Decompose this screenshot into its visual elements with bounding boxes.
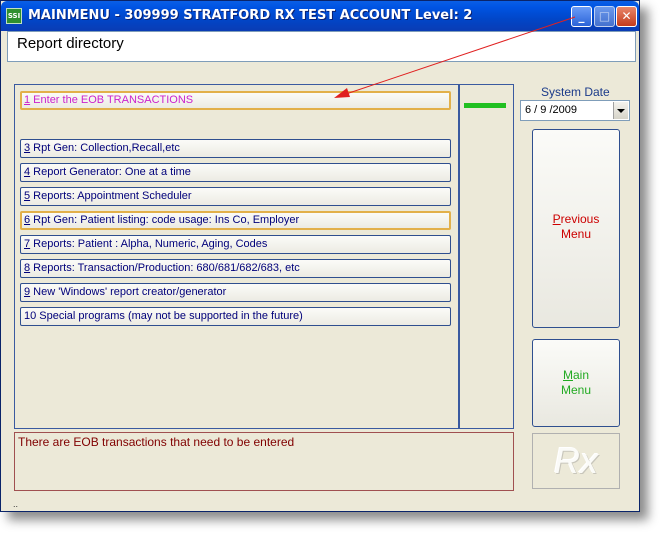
menu-item-label: Rpt Gen: Patient listing: code usage: In…	[30, 214, 300, 226]
menu-item-label: Reports: Patient : Alpha, Numeric, Aging…	[30, 238, 268, 250]
system-date-select[interactable]: 6 / 9 /2009	[520, 100, 630, 121]
app-icon[interactable]: SSI	[6, 8, 22, 24]
chevron-down-icon[interactable]	[613, 102, 628, 119]
menu-item-1[interactable]: 1 Enter the EOB TRANSACTIONS	[20, 91, 451, 110]
side-panel	[459, 84, 514, 429]
menu-item-3[interactable]: 3 Rpt Gen: Collection,Recall,etc	[20, 139, 451, 158]
menu-item-label: Enter the EOB TRANSACTIONS	[30, 94, 194, 106]
page-title: Report directory	[17, 35, 124, 52]
menu-item-label: Reports: Transaction/Production: 680/681…	[30, 262, 300, 274]
previous-accel-key: P	[552, 212, 561, 226]
previous-label-rest: revious	[560, 212, 600, 226]
system-date-value: 6 / 9 /2009	[525, 104, 577, 116]
main-label-rest: ain	[572, 368, 589, 382]
previous-menu-label-line1: Previous	[533, 212, 619, 226]
menu-item-7[interactable]: 7 Reports: Patient : Alpha, Numeric, Agi…	[20, 235, 451, 254]
menu-item-label: Report Generator: One at a time	[30, 166, 191, 178]
close-icon: ✕	[621, 9, 632, 23]
menu-item-6[interactable]: 6 Rpt Gen: Patient listing: code usage: …	[20, 211, 451, 230]
status-dots: ..	[13, 499, 19, 509]
main-menu-label-line1: Main	[533, 368, 619, 382]
minimize-icon: _	[578, 9, 585, 23]
menu-item-10[interactable]: 10 Special programs (may not be supporte…	[20, 307, 451, 326]
system-date-label: System Date	[541, 85, 610, 99]
main-window: SSI MAINMENU - 309999 STRATFORD RX TEST …	[0, 0, 640, 512]
progress-indicator	[464, 103, 506, 108]
title-bar[interactable]: SSI MAINMENU - 309999 STRATFORD RX TEST …	[1, 1, 639, 31]
menu-item-4[interactable]: 4 Report Generator: One at a time	[20, 163, 451, 182]
main-menu-button[interactable]: Main Menu	[532, 339, 620, 427]
main-menu-label-line2: Menu	[560, 383, 592, 397]
message-box: There are EOB transactions that need to …	[14, 432, 514, 491]
menu-item-label: Rpt Gen: Collection,Recall,etc	[30, 142, 180, 154]
previous-menu-button[interactable]: Previous Menu	[532, 129, 620, 328]
maximize-button[interactable]: □	[594, 6, 615, 27]
maximize-icon: □	[598, 9, 611, 23]
menu-item-9[interactable]: 9 New 'Windows' report creator/generator	[20, 283, 451, 302]
message-text: There are EOB transactions that need to …	[18, 435, 295, 449]
menu-item-5[interactable]: 5 Reports: Appointment Scheduler	[20, 187, 451, 206]
menu-panel	[14, 84, 459, 429]
close-button[interactable]: ✕	[616, 6, 637, 27]
menu-item-8[interactable]: 8 Reports: Transaction/Production: 680/6…	[20, 259, 451, 278]
minimize-button[interactable]: _	[571, 6, 592, 27]
menu-item-label: Reports: Appointment Scheduler	[30, 190, 192, 202]
previous-menu-label-line2: Menu	[560, 227, 592, 241]
rx-logo: Rx	[532, 433, 620, 489]
rx-logo-text: Rx	[554, 440, 598, 481]
menu-item-label: 10 Special programs (may not be supporte…	[24, 310, 303, 322]
window-title: MAINMENU - 309999 STRATFORD RX TEST ACCO…	[28, 8, 473, 23]
main-accel-key: M	[562, 368, 573, 382]
menu-item-label: New 'Windows' report creator/generator	[30, 286, 227, 298]
header-panel: Report directory	[7, 31, 636, 62]
